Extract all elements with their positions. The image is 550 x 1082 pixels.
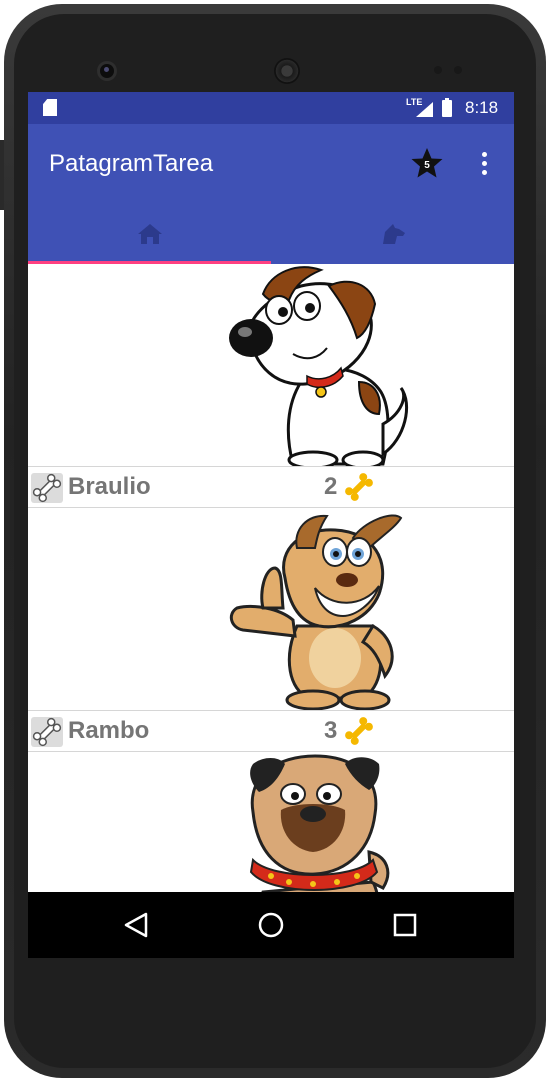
bone-icon [32,473,62,503]
battery-icon [442,98,452,117]
pet-info-row: Braulio 2 [28,466,514,508]
pet-name: Rambo [68,717,150,744]
device-screen: LTE 8:18 PatagramTarea 5 Braulio 2 Rambo… [28,92,514,958]
circle-home-icon [258,912,284,938]
star-icon: 5 [411,148,443,178]
pet-card: Braulio 2 [28,264,514,508]
menu-dot-icon [482,152,487,157]
bone-icon [345,473,373,501]
volume-button [0,140,4,210]
pet-list[interactable]: Braulio 2 Rambo 3 [28,264,514,958]
pet-name: Braulio [68,473,151,500]
light-sensor [454,66,462,74]
home-button[interactable] [256,910,286,940]
favorites-count: 5 [424,160,430,171]
back-icon [124,912,148,938]
menu-dot-icon [482,161,487,166]
home-icon [137,224,162,244]
bone-icon [345,717,373,745]
tab-dog[interactable] [271,204,514,264]
pet-info-row: Rambo 3 [28,710,514,752]
navigation-bar [28,892,514,958]
overflow-menu-button[interactable] [474,150,494,178]
favorites-button[interactable]: 5 [410,146,444,180]
app-bar: PatagramTarea 5 [28,124,514,264]
pet-card: Rambo 3 [28,508,514,752]
menu-dot-icon [482,170,487,175]
front-camera [100,64,114,78]
proximity-sensor [434,66,442,74]
like-button[interactable] [31,473,63,503]
recents-button[interactable] [390,910,420,940]
tab-home[interactable] [28,204,271,264]
status-bar: LTE 8:18 [28,92,514,124]
back-button[interactable] [122,910,152,940]
network-type: LTE [406,97,423,107]
square-recents-icon [393,913,417,937]
like-count: 2 [324,473,338,500]
like-button[interactable] [31,717,63,747]
pet-photo [28,508,514,710]
app-title: PatagramTarea [49,150,214,177]
bone-icon [32,717,62,747]
pet-photo [28,264,514,466]
dog-icon [382,224,405,244]
earpiece-speaker [274,58,300,84]
sd-card-icon [43,99,57,116]
like-count: 3 [324,717,338,744]
clock: 8:18 [465,98,499,117]
